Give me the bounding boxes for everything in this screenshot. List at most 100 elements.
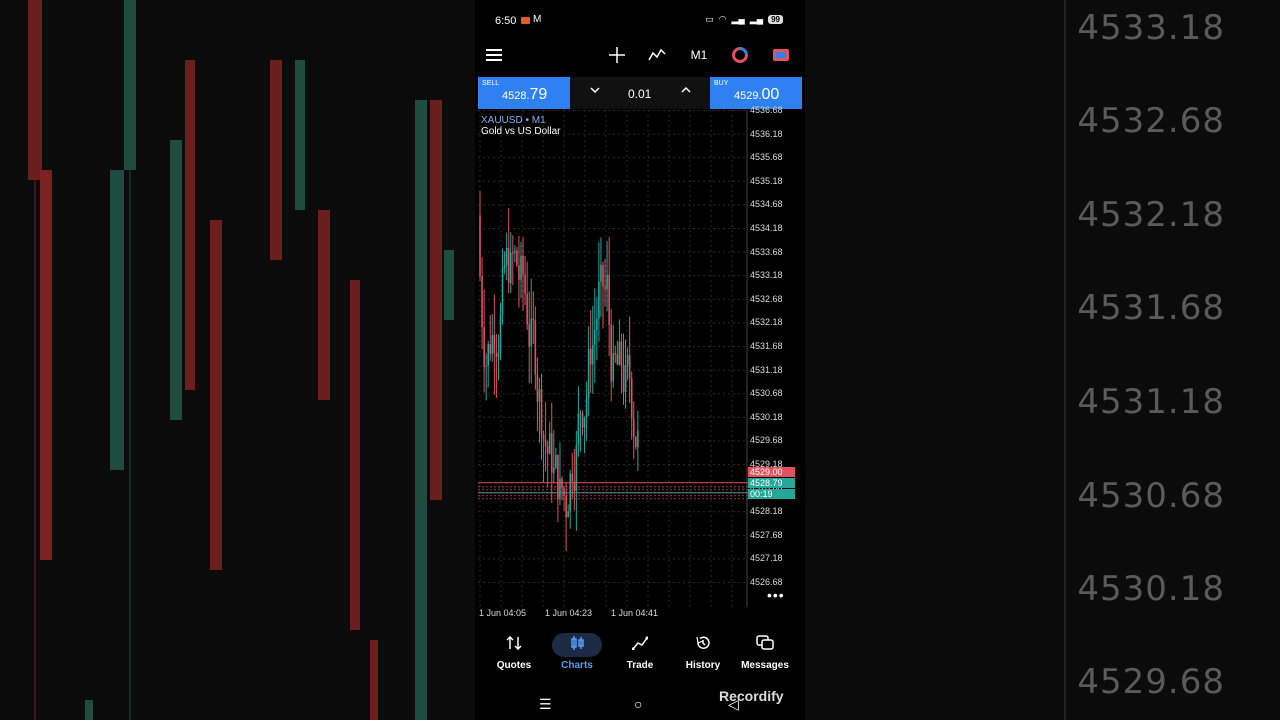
battery-icon: 99 — [768, 15, 783, 24]
price-axis-label: 4535.68 — [750, 152, 783, 163]
candle-body — [553, 467, 555, 473]
candle-body — [616, 354, 619, 365]
candle-body — [493, 334, 496, 354]
nav-label: Messages — [741, 660, 789, 671]
status-bar: 6:50 M ▭ ◠ ▂▄ ▂▄ 99 — [475, 10, 805, 30]
candle-body — [509, 252, 512, 284]
candle-body — [489, 344, 492, 355]
signal-icon: ▂▄ — [731, 14, 745, 24]
candle-body — [585, 397, 588, 418]
nav-history[interactable]: History — [671, 630, 735, 685]
candle-body — [501, 267, 504, 315]
background-chart-right: 4533.18 4532.68 4532.18 4531.68 4531.18 … — [805, 0, 1280, 720]
candle-body — [620, 341, 623, 366]
candle-body — [536, 374, 539, 402]
candle-body — [626, 355, 629, 366]
status-icons: ▭ ◠ ▂▄ ▂▄ 99 — [705, 14, 783, 25]
menu-icon[interactable] — [483, 44, 505, 66]
candle-body — [577, 413, 580, 446]
candle-body — [612, 353, 615, 382]
candle-body — [491, 334, 494, 355]
crosshair-icon[interactable] — [606, 44, 628, 66]
timeframe-button[interactable]: M1 — [686, 44, 712, 66]
candle-body — [614, 353, 617, 355]
status-time: 6:50 — [495, 15, 517, 27]
candle-body — [575, 445, 578, 491]
messages-icon — [756, 634, 774, 656]
price-axis-label: 4534.68 — [750, 199, 783, 210]
price-axis-label: 4530.18 — [750, 411, 783, 422]
candle-body — [550, 433, 553, 473]
price-axis-label: 4530.68 — [750, 388, 783, 399]
trade-mode-icon[interactable] — [770, 44, 792, 66]
price-axis: 4536.68 4536.18 4535.68 4535.18 4534.68 4534.… — [750, 105, 805, 607]
price-chart[interactable] — [478, 110, 748, 607]
lot-size-input[interactable]: 0.01 — [628, 87, 651, 101]
candle-body — [512, 252, 514, 254]
background-price: 4531.68 — [1077, 288, 1225, 328]
price-axis-label: 4533.18 — [750, 270, 783, 281]
candle-body — [540, 389, 543, 435]
candle-body — [637, 430, 639, 448]
nav-quotes[interactable]: Quotes — [482, 630, 546, 685]
candle-body — [520, 255, 522, 280]
symbol-description: Gold vs US Dollar — [481, 126, 561, 137]
watermark: Recordify — [719, 688, 784, 704]
price-axis-label: 4532.68 — [750, 293, 783, 304]
candle-body — [581, 413, 584, 428]
candle-body — [632, 418, 635, 438]
lot-increase-icon[interactable] — [681, 85, 691, 97]
candle-body — [505, 247, 508, 266]
candle-body — [618, 341, 621, 365]
sell-label: SELL — [482, 80, 500, 87]
price-axis-label: 4535.18 — [750, 175, 783, 186]
candle-body — [598, 281, 600, 319]
ask-price-label: 4529.00 — [748, 467, 795, 477]
objects-icon[interactable] — [729, 44, 751, 66]
indicators-icon[interactable] — [646, 44, 668, 66]
candle-body — [534, 320, 537, 375]
price-axis-label: 4532.18 — [750, 317, 783, 328]
candle-body — [589, 348, 592, 365]
bottom-navigation: Quotes Charts Trade History Messages — [475, 630, 805, 685]
candle-body — [481, 275, 483, 328]
price-axis-label: 4533.68 — [750, 246, 783, 257]
sell-price-big: 79 — [529, 86, 548, 103]
recent-apps-icon[interactable]: ☰ — [539, 696, 552, 713]
more-options-icon[interactable]: ••• — [767, 587, 785, 603]
sell-button[interactable]: SELL 4528.79 — [478, 77, 570, 109]
time-axis-label: 1 Jun 04:41 — [611, 608, 659, 618]
price-axis-label: 4536.68 — [750, 105, 783, 115]
candle-body — [538, 389, 541, 402]
symbol-line: XAUUSD • M1 — [481, 115, 560, 126]
bar-countdown: 00:19 — [748, 489, 795, 499]
nav-messages[interactable]: Messages — [733, 630, 797, 685]
buy-price-main: 4529. — [734, 90, 762, 102]
background-price: 4532.68 — [1077, 101, 1225, 141]
price-axis-label: 4531.18 — [750, 364, 783, 375]
background-chart-left — [0, 0, 475, 720]
candle-body — [503, 265, 506, 268]
price-axis-label: 4529.68 — [750, 435, 783, 446]
candle-body — [555, 455, 557, 468]
candle-body — [594, 329, 596, 345]
home-icon[interactable]: ○ — [634, 696, 642, 712]
background-price: 4533.18 — [1077, 8, 1225, 48]
recording-icon — [521, 17, 530, 24]
candle-body — [622, 365, 625, 392]
nav-trade[interactable]: Trade — [608, 630, 672, 685]
phone-screen: 6:50 M ▭ ◠ ▂▄ ▂▄ 99 M1 SELL 4528.79 0.01… — [475, 0, 805, 720]
lot-decrease-icon[interactable] — [590, 85, 600, 97]
price-axis-label: 4534.18 — [750, 223, 783, 233]
candle-body — [507, 247, 510, 284]
candle-body — [485, 365, 487, 367]
candle-body — [518, 265, 520, 280]
nav-charts[interactable]: Charts — [545, 630, 609, 685]
price-axis-label: 4527.68 — [750, 529, 783, 540]
candle-body — [546, 446, 549, 454]
candle-body — [526, 293, 528, 325]
price-axis-label: 4527.18 — [750, 553, 783, 564]
gmail-icon: M — [533, 14, 542, 25]
buy-label: BUY — [714, 80, 729, 87]
candle-body — [524, 274, 526, 294]
